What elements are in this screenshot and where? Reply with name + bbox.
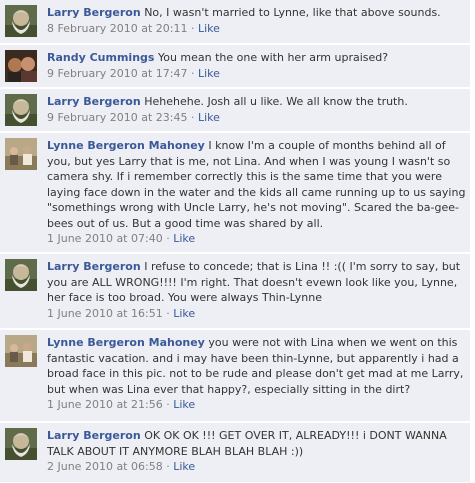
like-link[interactable]: Like	[198, 22, 220, 35]
comment-timestamp[interactable]: 9 February 2010 at 23:45	[47, 111, 187, 124]
comment-author-link[interactable]: Lynne Bergeron Mahoney	[47, 336, 205, 349]
meta-separator: ·	[166, 306, 170, 320]
comment-text: I know I'm a couple of months behind all…	[47, 139, 466, 230]
comment-meta: 9 February 2010 at 17:47 · Like	[47, 67, 466, 81]
larry-avatar-icon	[5, 94, 37, 126]
comment-timestamp[interactable]: 1 June 2010 at 21:56	[47, 398, 163, 411]
comment-item: Lynne Bergeron Mahoney I know I'm a coup…	[0, 133, 470, 253]
meta-separator: ·	[166, 232, 170, 245]
comment-meta: 1 June 2010 at 16:51 · Like	[47, 307, 466, 321]
like-link[interactable]: Like	[173, 398, 195, 411]
avatar[interactable]	[5, 50, 37, 82]
meta-separator: ·	[190, 21, 195, 35]
like-link[interactable]: Like	[173, 232, 195, 245]
comment-item: Lynne Bergeron Mahoney you were not with…	[0, 330, 470, 422]
meta-separator: ·	[166, 460, 170, 473]
comment-author-link[interactable]: Larry Bergeron	[47, 429, 141, 442]
comment-author-link[interactable]: Randy Cummings	[47, 51, 154, 64]
comment-meta: 2 June 2010 at 06:58 · Like	[47, 460, 466, 474]
meta-separator: ·	[190, 66, 195, 80]
like-link[interactable]: Like	[173, 460, 195, 473]
comment-item: Larry Bergeron OK OK OK !!! GET OVER IT,…	[0, 423, 470, 483]
comment-author-link[interactable]: Larry Bergeron	[47, 260, 141, 273]
comment-author-link[interactable]: Larry Bergeron	[47, 95, 141, 108]
lynne-avatar-icon	[5, 335, 37, 367]
comment-timestamp[interactable]: 2 June 2010 at 06:58	[47, 460, 163, 473]
like-link[interactable]: Like	[198, 67, 220, 80]
avatar[interactable]	[5, 138, 37, 170]
larry-avatar-icon	[5, 259, 37, 291]
meta-separator: ·	[166, 398, 170, 411]
avatar[interactable]	[5, 428, 37, 460]
comment-meta: 1 June 2010 at 07:40 · Like	[47, 232, 466, 246]
avatar[interactable]	[5, 259, 37, 291]
avatar[interactable]	[5, 335, 37, 367]
like-link[interactable]: Like	[198, 111, 220, 124]
larry-avatar-icon	[5, 5, 37, 37]
comment-timestamp[interactable]: 1 June 2010 at 16:51	[47, 307, 163, 320]
comment-text: No, I wasn't married to Lynne, like that…	[144, 6, 441, 19]
like-link[interactable]: Like	[173, 307, 195, 320]
comment-text: You mean the one with her arm upraised?	[157, 51, 389, 64]
comment-author-link[interactable]: Lynne Bergeron Mahoney	[47, 139, 205, 152]
comment-timestamp[interactable]: 8 February 2010 at 20:11	[47, 22, 187, 35]
comment-item: Randy Cummings You mean the one with her…	[0, 45, 470, 88]
meta-separator: ·	[190, 110, 195, 124]
comment-item: Larry Bergeron No, I wasn't married to L…	[0, 0, 470, 44]
comment-timestamp[interactable]: 1 June 2010 at 07:40	[47, 232, 163, 245]
comment-list: Larry Bergeron No, I wasn't married to L…	[0, 0, 475, 483]
comment-meta: 8 February 2010 at 20:11 · Like	[47, 22, 466, 36]
avatar[interactable]	[5, 5, 37, 37]
comment-item: Larry Bergeron I refuse to concede; that…	[0, 254, 470, 329]
lynne-avatar-icon	[5, 138, 37, 170]
larry-avatar-icon	[5, 428, 37, 460]
comment-text: Hehehehe. Josh all u like. We all know t…	[144, 95, 408, 108]
comment-meta: 9 February 2010 at 23:45 · Like	[47, 111, 466, 125]
avatar[interactable]	[5, 94, 37, 126]
comment-timestamp[interactable]: 9 February 2010 at 17:47	[47, 67, 187, 80]
comment-meta: 1 June 2010 at 21:56 · Like	[47, 398, 466, 412]
randy-avatar-icon	[5, 50, 37, 82]
comment-item: Larry Bergeron Hehehehe. Josh all u like…	[0, 89, 470, 132]
comment-author-link[interactable]: Larry Bergeron	[47, 6, 141, 19]
